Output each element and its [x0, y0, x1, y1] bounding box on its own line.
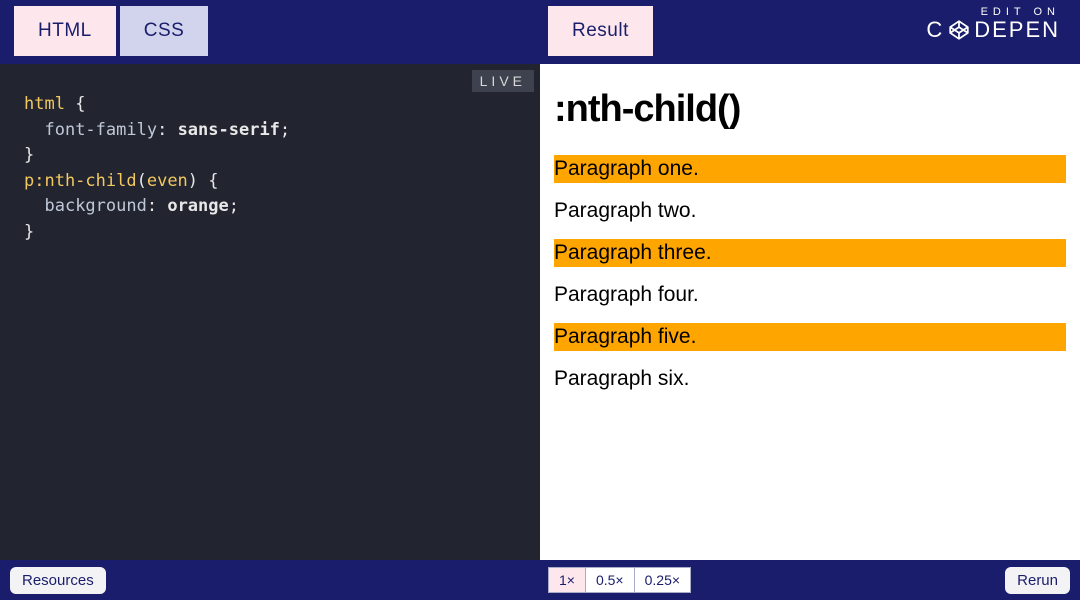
codepen-icon	[948, 19, 970, 41]
editor-tabs: HTML CSS	[14, 6, 208, 56]
result-paragraph: Paragraph five.	[554, 323, 1066, 351]
resources-button[interactable]: Resources	[10, 567, 106, 594]
tab-html[interactable]: HTML	[14, 6, 116, 56]
tab-css[interactable]: CSS	[120, 6, 209, 56]
result-paragraph: Paragraph four.	[554, 281, 1066, 309]
codepen-logo-text: C DEPEN	[926, 18, 1060, 42]
live-badge: LIVE	[472, 70, 534, 92]
codepen-branding[interactable]: EDIT ON C DEPEN	[926, 6, 1060, 42]
result-pane: :nth-child() Paragraph one. Paragraph tw…	[540, 64, 1080, 560]
zoom-1x-button[interactable]: 1×	[548, 567, 586, 593]
result-tabs: Result	[548, 6, 653, 56]
result-paragraph: Paragraph three.	[554, 239, 1066, 267]
result-paragraph: Paragraph six.	[554, 365, 1066, 393]
zoom-controls: 1× 0.5× 0.25×	[548, 567, 691, 593]
result-paragraph: Paragraph two.	[554, 197, 1066, 225]
zoom-0-5x-button[interactable]: 0.5×	[586, 567, 635, 593]
result-paragraph: Paragraph one.	[554, 155, 1066, 183]
result-heading: :nth-child()	[554, 88, 1066, 131]
footer-bar: Resources 1× 0.5× 0.25× Rerun	[0, 560, 1080, 600]
rerun-button[interactable]: Rerun	[1005, 567, 1070, 594]
code-editor-pane[interactable]: LIVE html { font-family: sans-serif; } p…	[0, 64, 540, 560]
top-bar: HTML CSS Result EDIT ON C DEPEN	[0, 0, 1080, 64]
tab-result[interactable]: Result	[548, 6, 653, 56]
main-area: LIVE html { font-family: sans-serif; } p…	[0, 64, 1080, 560]
code-content[interactable]: html { font-family: sans-serif; } p:nth-…	[0, 64, 540, 273]
zoom-0-25x-button[interactable]: 0.25×	[635, 567, 691, 593]
